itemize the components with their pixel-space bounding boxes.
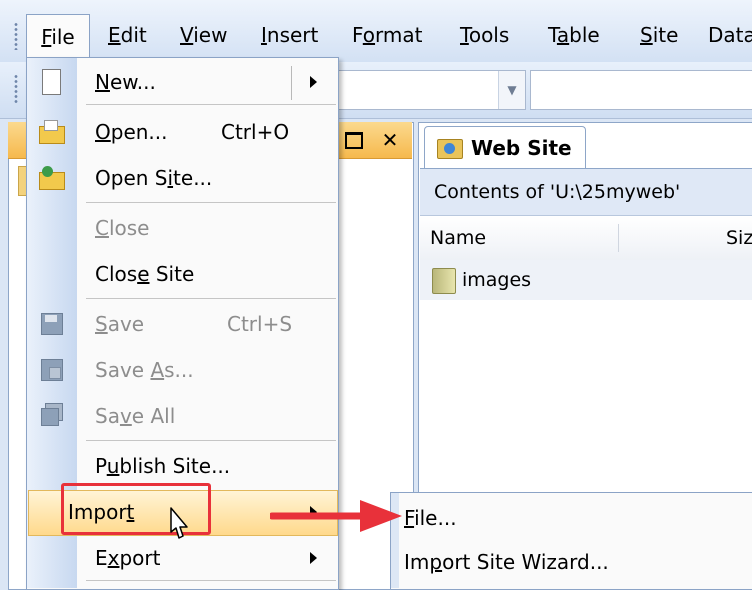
save-disk-icon (37, 311, 65, 339)
submenu-arrow-icon[interactable] (310, 76, 317, 88)
menu-item-save-label: Save (95, 312, 145, 336)
menu-table[interactable]: Table (538, 14, 610, 56)
menu-view-rest: iew (193, 23, 228, 47)
table-row[interactable]: images (420, 260, 752, 300)
folder-icon (432, 268, 456, 294)
menu-site[interactable]: Site (630, 14, 688, 56)
menu-item-close-label: Close (95, 216, 150, 240)
menu-item-save-shortcut: Ctrl+S (227, 312, 293, 336)
menu-item-close-site-label: Close Site (95, 262, 195, 286)
menu-item-save[interactable]: Save Ctrl+S (27, 302, 337, 346)
menu-tools[interactable]: Tools (450, 14, 519, 56)
menu-separator (86, 298, 336, 299)
menu-view[interactable]: View (170, 14, 237, 56)
menu-item-save-as[interactable]: Save As... (27, 348, 337, 392)
menu-separator (86, 202, 336, 203)
menu-item-open[interactable]: Open... Ctrl+O (27, 110, 337, 154)
contents-label: Contents of 'U:\25myweb' (434, 181, 681, 203)
menu-item-open-label: Open... (95, 120, 168, 144)
menu-edit-rest: dit (120, 23, 147, 47)
font-combo[interactable] (530, 70, 752, 110)
menu-item-save-all-label: Save All (95, 404, 176, 428)
menu-item-export-label: Export (95, 546, 161, 570)
menu-item-new[interactable]: New... (27, 60, 337, 104)
open-folder-icon (37, 118, 65, 146)
menu-item-publish-site-label: Publish Site... (95, 454, 231, 478)
menu-item-publish-site[interactable]: Publish Site... (27, 444, 337, 488)
menu-separator (86, 580, 336, 581)
submenu-item-import-site-wizard[interactable]: Import Site Wizard... (404, 540, 609, 584)
annotation-arrow-icon (270, 500, 402, 532)
menu-data[interactable]: Data (698, 14, 752, 56)
new-document-icon (37, 68, 65, 96)
menu-item-close-site[interactable]: Close Site (27, 252, 337, 296)
menu-file[interactable]: File (26, 14, 90, 59)
menubar-grip[interactable] (14, 22, 18, 50)
menu-separator (86, 440, 336, 441)
style-combo[interactable]: ▼ (338, 70, 526, 110)
maximize-icon[interactable] (340, 126, 368, 154)
close-icon[interactable]: ✕ (376, 126, 404, 154)
menu-item-open-site-label: Open Site... (95, 166, 213, 190)
tab-web-site-label: Web Site (471, 136, 572, 160)
menu-item-save-as-label: Save As... (95, 358, 194, 382)
chevron-down-icon[interactable]: ▼ (498, 71, 525, 109)
menu-insert-rest: nsert (266, 23, 319, 47)
menu-format-rest: rmat (375, 23, 423, 47)
submenu-item-file[interactable]: File... (404, 496, 457, 540)
menu-tools-rest: ools (468, 23, 510, 47)
split-divider (291, 66, 292, 100)
menu-format[interactable]: Format (342, 14, 433, 56)
menu-file-rest: ile (51, 25, 75, 49)
menu-item-export[interactable]: Export (27, 536, 337, 580)
save-as-icon (37, 357, 65, 385)
column-divider[interactable] (618, 224, 619, 252)
toolbar-grip[interactable] (14, 74, 18, 104)
menu-table-rest: ble (569, 23, 600, 47)
row-name: images (462, 269, 532, 291)
contents-bar: Contents of 'U:\25myweb' (420, 168, 752, 216)
save-all-icon (37, 403, 65, 431)
menu-item-open-site[interactable]: Open Site... (27, 156, 337, 200)
column-name[interactable]: Name (430, 216, 486, 260)
menu-separator (86, 104, 336, 105)
open-site-icon (37, 164, 65, 192)
column-size[interactable]: Siz (726, 216, 752, 260)
submenu-arrow-icon[interactable] (310, 552, 317, 564)
menu-site-rest: ite (652, 23, 679, 47)
menu-item-close[interactable]: Close (27, 206, 337, 250)
menu-table-pre: T (548, 23, 557, 47)
menu-format-pre: F (352, 23, 363, 47)
menu-insert[interactable]: Insert (251, 14, 328, 56)
menu-item-open-shortcut: Ctrl+O (221, 120, 290, 144)
menu-item-new-label: New... (95, 70, 156, 94)
menu-edit[interactable]: Edit (98, 14, 157, 56)
column-header: Name Siz (420, 216, 752, 261)
web-folder-icon (437, 139, 463, 159)
menu-item-save-all[interactable]: Save All (27, 394, 337, 438)
tab-web-site[interactable]: Web Site (424, 126, 586, 169)
